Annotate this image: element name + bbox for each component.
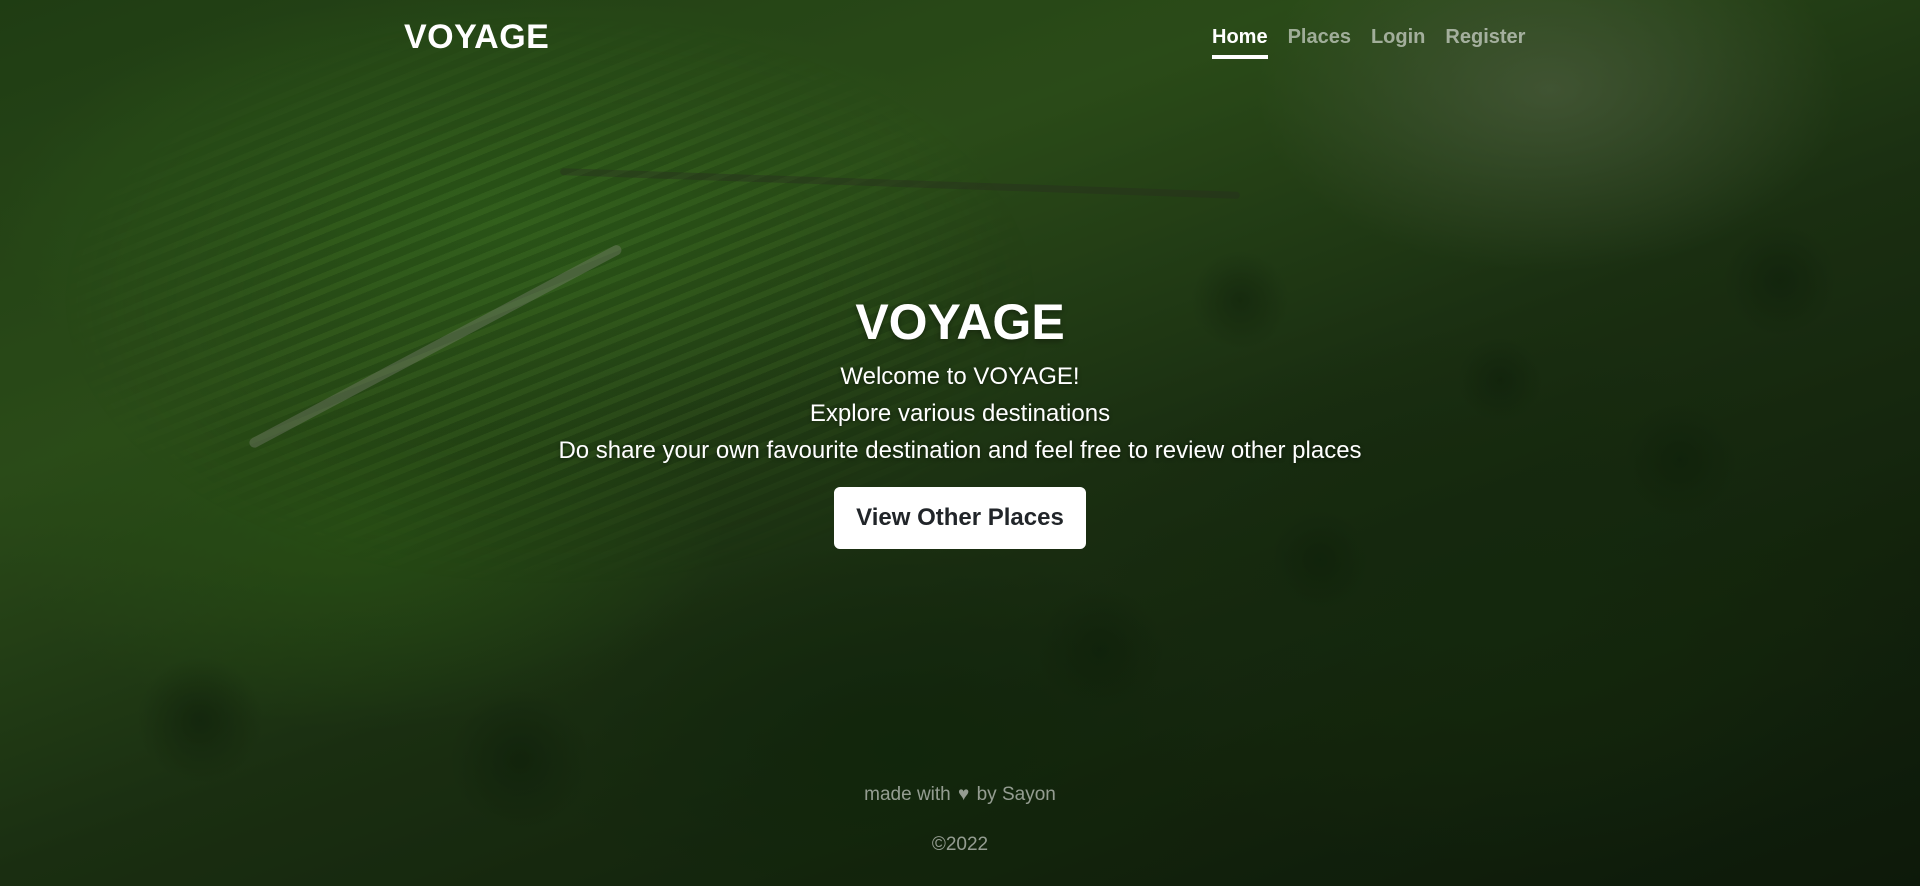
footer-credit: made with ♥ by Sayon [0, 784, 1920, 806]
hero-text: Welcome to VOYAGE! Explore various desti… [0, 358, 1920, 469]
footer-author: by Sayon [976, 784, 1056, 805]
hero-share-text: Do share your own favourite destination … [558, 437, 1362, 464]
footer-copyright: ©2022 [931, 834, 989, 855]
nav-places-link[interactable]: Places [1288, 26, 1351, 59]
view-other-places-button[interactable]: View Other Places [834, 487, 1086, 549]
hero-welcome-text: Welcome to VOYAGE! [840, 363, 1080, 390]
hero-title: VOYAGE [855, 294, 1065, 350]
nav-home-link[interactable]: Home [1212, 26, 1268, 59]
heart-icon: ♥ [958, 784, 970, 805]
hero-section: VOYAGE Welcome to VOYAGE! Explore variou… [0, 292, 1920, 549]
nav-login-link[interactable]: Login [1371, 26, 1425, 59]
landing-page: VOYAGE Home Places Login Register VOYAGE… [0, 0, 1920, 886]
nav-register-link[interactable]: Register [1445, 26, 1525, 59]
footer-made-with: made with [864, 784, 951, 805]
brand-logo[interactable]: VOYAGE [404, 18, 549, 57]
main-nav: Home Places Login Register [1212, 26, 1525, 59]
hero-explore-text: Explore various destinations [809, 400, 1111, 427]
